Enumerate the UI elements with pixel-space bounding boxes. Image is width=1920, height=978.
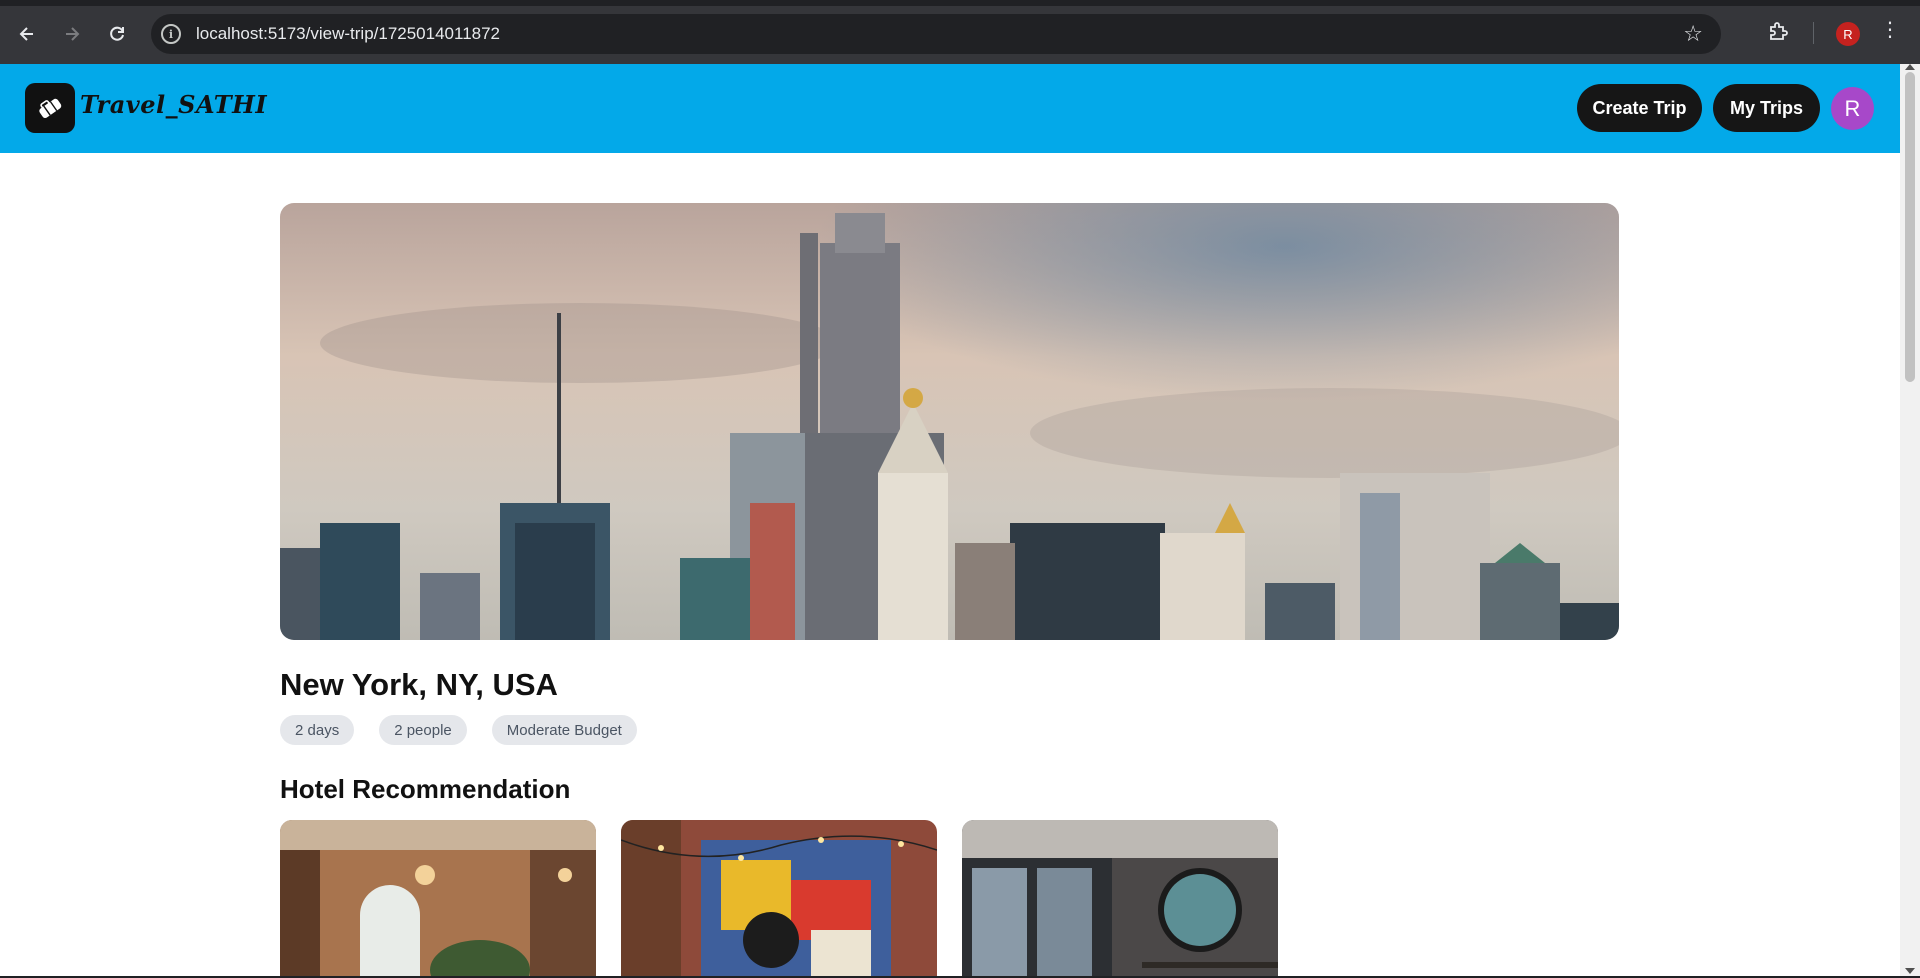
- my-trips-button[interactable]: My Trips: [1713, 84, 1820, 132]
- travelers-chip: 2 people: [379, 715, 467, 745]
- forward-icon[interactable]: [56, 18, 88, 50]
- duration-chip: 2 days: [280, 715, 355, 745]
- page-viewport: Travel_SATHI Create Trip My Trips R New …: [0, 64, 1900, 976]
- create-trip-button[interactable]: Create Trip: [1577, 84, 1702, 132]
- scroll-up-arrow[interactable]: [1905, 64, 1915, 70]
- address-bar[interactable]: i localhost:5173/view-trip/1725014011872…: [151, 14, 1721, 54]
- trip-location-title: New York, NY, USA: [280, 667, 558, 702]
- hotel-card-image[interactable]: [962, 820, 1278, 976]
- destination-hero-image: [280, 203, 1619, 640]
- extensions-icon[interactable]: [1766, 20, 1790, 49]
- scroll-thumb[interactable]: [1905, 72, 1915, 382]
- toolbar-divider: [1813, 22, 1814, 44]
- browser-chrome: i localhost:5173/view-trip/1725014011872…: [0, 0, 1920, 64]
- url-text[interactable]: localhost:5173/view-trip/1725014011872: [196, 24, 500, 44]
- scroll-down-arrow[interactable]: [1905, 968, 1915, 974]
- user-avatar[interactable]: R: [1831, 87, 1874, 130]
- profile-avatar[interactable]: R: [1836, 22, 1860, 46]
- app-header: Travel_SATHI Create Trip My Trips R: [0, 64, 1900, 153]
- hotel-section-title: Hotel Recommendation: [280, 774, 571, 804]
- reload-icon[interactable]: [101, 18, 133, 50]
- page-scrollbar[interactable]: [1900, 64, 1920, 976]
- trip-details-chips: 2 days 2 people Moderate Budget: [280, 715, 637, 745]
- menu-dots-icon[interactable]: ⋮: [1880, 20, 1900, 40]
- hotel-card-image[interactable]: [621, 820, 937, 976]
- back-icon[interactable]: [11, 18, 43, 50]
- budget-chip: Moderate Budget: [491, 715, 637, 745]
- tab-strip: [0, 0, 1920, 6]
- bookmark-star-icon[interactable]: ☆: [1683, 21, 1703, 47]
- hotel-card-image[interactable]: [280, 820, 596, 976]
- logo-icon[interactable]: [25, 83, 75, 133]
- logo-text[interactable]: Travel_SATHI: [80, 90, 267, 119]
- site-info-icon[interactable]: i: [161, 24, 181, 44]
